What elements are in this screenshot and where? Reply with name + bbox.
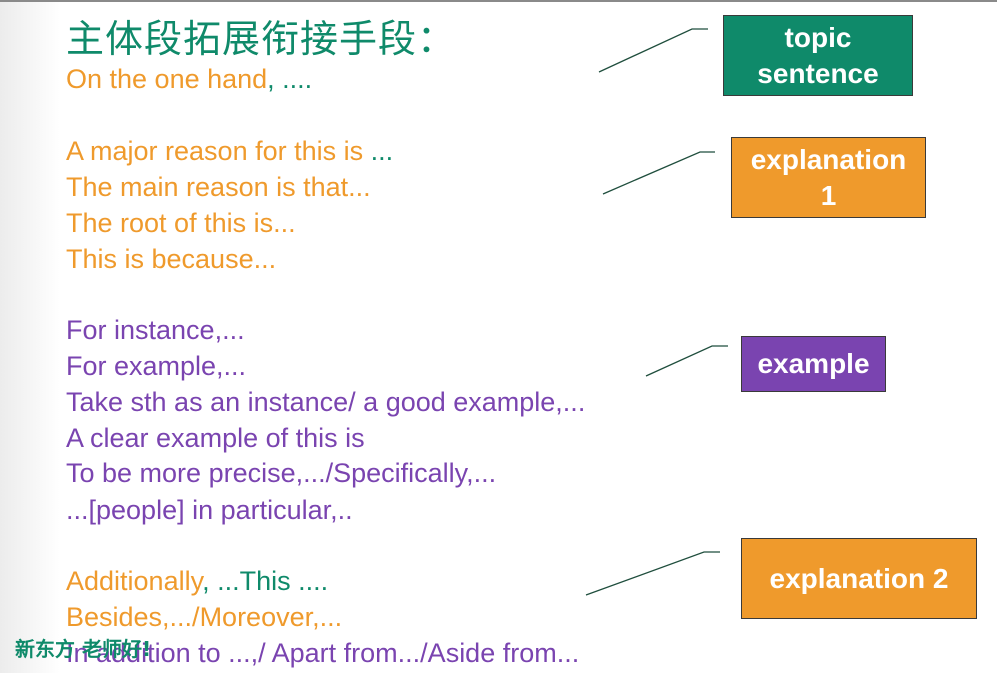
label-example-text: example [757,348,870,379]
label-explanation-1-text: explanation 1 [750,143,907,211]
phrase-segment: The root of this is... [66,208,296,238]
phrase-line: The root of this is... [66,206,296,240]
phrase-line: On the one hand, .... [66,62,312,96]
phrase-line: A major reason for this is ... [66,134,393,168]
phrase-line: ...[people] in particular,.. [66,493,353,527]
phrase-segment: ... [370,136,394,166]
phrase-segment: This is because... [66,244,277,274]
phrase-segment: A clear example of this is [66,423,365,453]
phrase-segment: Take sth as an instance/ a good example,… [66,387,586,417]
phrase-segment: , .... [267,64,313,94]
label-topic-text: topic sentence [757,21,879,89]
connector-topic [598,28,708,73]
phrase-line: This is because... [66,242,276,276]
phrase-segment: , ...This .... [202,566,329,596]
phrase-segment: A major reason for this is [66,136,371,166]
phrase-segment: Additionally [66,566,203,596]
watermark: 新东方 老师好! [15,637,152,661]
label-explanation-2-text: explanation 2 [769,562,949,594]
connector-example [645,345,728,377]
phrase-line: The main reason is that... [66,170,371,204]
phrase-line: Besides,.../Moreover,... [66,600,342,634]
slide-title: 主体段拓展衔接手段： [66,17,457,61]
phrase-segment: For example,... [66,351,247,381]
phrase-segment: Besides,.../Moreover,... [66,602,343,632]
phrase-segment: On the one hand [66,64,268,94]
connector-explanation-2 [585,551,720,596]
phrase-line: To be more precise,.../Specifically,... [66,456,496,490]
label-explanation-1: explanation 1 [731,137,926,218]
left-shade [0,2,60,673]
label-topic-sentence: topic sentence [723,15,913,96]
phrase-segment: ...[people] in particular,.. [66,495,353,525]
label-example: example [741,336,886,392]
phrase-line: Additionally, ...This .... [66,564,328,598]
phrase-line: A clear example of this is [66,421,365,455]
phrase-line: For example,... [66,349,246,383]
phrase-segment: To be more precise,.../Specifically,... [66,458,497,488]
top-border [0,0,997,2]
phrase-line: For instance,... [66,313,245,347]
phrase-segment: For instance,... [66,315,245,345]
connector-explanation-1 [602,151,715,195]
label-explanation-2: explanation 2 [741,538,977,619]
phrase-segment: The main reason is that... [66,172,371,202]
phrase-line: Take sth as an instance/ a good example,… [66,385,585,419]
